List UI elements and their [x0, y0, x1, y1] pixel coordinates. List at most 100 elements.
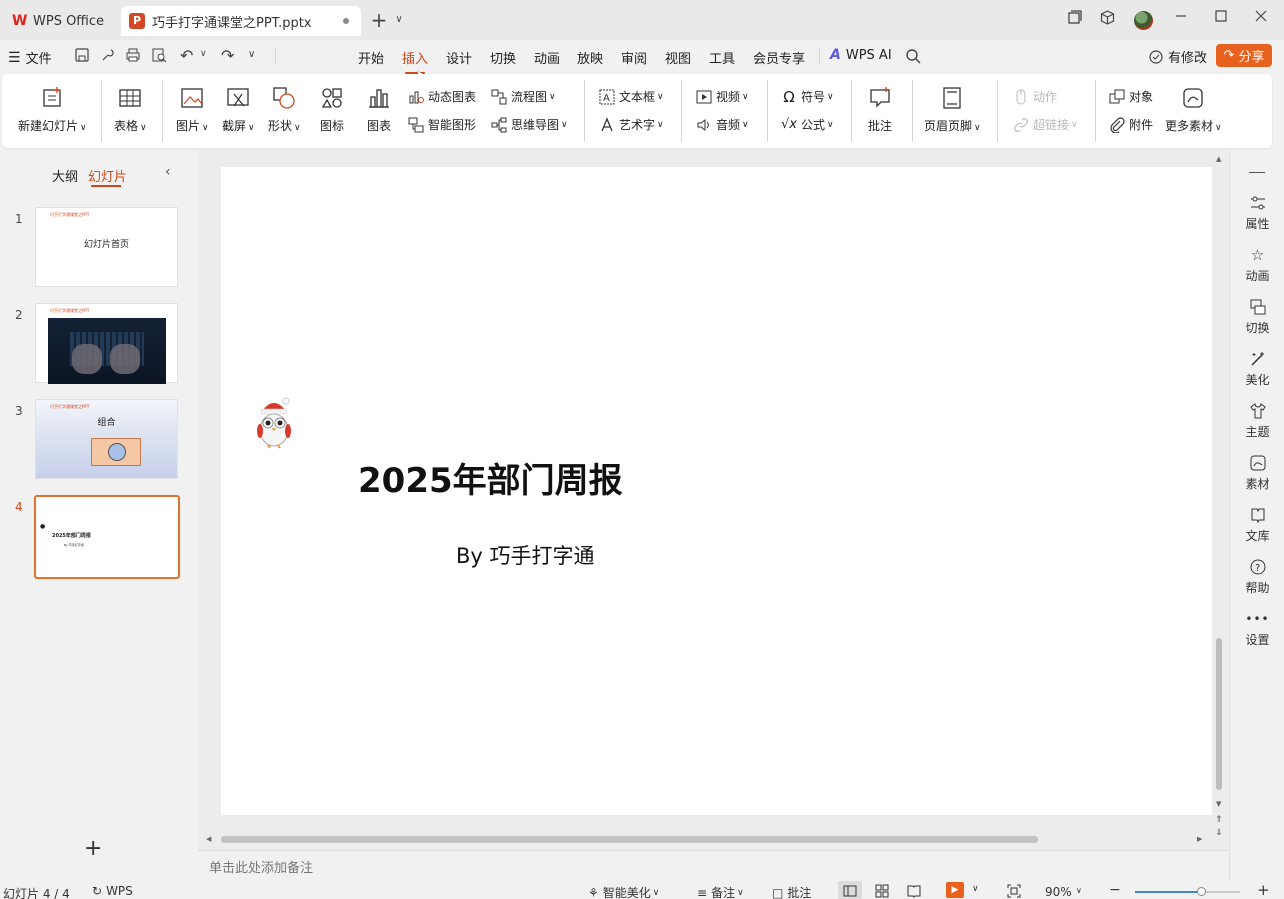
tab-member[interactable]: 会员专享 [753, 48, 805, 67]
user-avatar[interactable] [1134, 11, 1153, 30]
tab-document[interactable]: P 巧手打字通课堂之PPT.pptx [121, 6, 361, 36]
export-icon[interactable] [100, 47, 116, 63]
undo-icon[interactable]: ↶ [180, 46, 193, 65]
zoom-dropdown-icon[interactable]: ∨ [1076, 886, 1082, 895]
settings-button[interactable]: ••• 设置 [1230, 610, 1284, 648]
maximize-icon[interactable] [1215, 10, 1235, 30]
fit-window-icon[interactable] [1007, 884, 1021, 898]
hyperlink-button[interactable]: 超链接 ∨ [1012, 116, 1078, 133]
comments-toggle-button[interactable]: □ 批注 [772, 884, 811, 899]
horizontal-scrollbar-thumb[interactable] [221, 836, 1038, 843]
wordart-button[interactable]: 艺术字 ∨ [598, 116, 664, 133]
print-preview-icon[interactable] [151, 47, 167, 63]
add-slide-button[interactable]: + [84, 836, 102, 861]
vertical-scrollbar-thumb[interactable] [1216, 638, 1222, 790]
table-button[interactable]: 表格 ∨ [114, 86, 147, 134]
slideshow-options-icon[interactable]: ∨ [972, 884, 979, 894]
tab-list-chevron-icon[interactable]: ∨ [389, 10, 409, 30]
symbol-button[interactable]: Ω 符号 ∨ [780, 88, 833, 106]
tab-slides[interactable]: 幻灯片 [88, 166, 127, 185]
new-slide-button[interactable]: 新建幻灯片 ∨ [18, 86, 87, 134]
video-button[interactable]: 视频 ∨ [695, 88, 749, 105]
cube-icon[interactable] [1100, 10, 1120, 30]
zoom-in-icon[interactable]: + [1257, 881, 1270, 899]
scroll-left-arrow-icon[interactable]: ◀ [206, 835, 211, 843]
attachment-button[interactable]: 附件 [1108, 116, 1153, 133]
slide-subtitle[interactable]: By 巧手打字通 [456, 540, 595, 570]
help-button[interactable]: ? 帮助 [1230, 558, 1284, 596]
undo-dropdown-icon[interactable]: ∨ [200, 49, 207, 59]
object-button[interactable]: 对象 [1108, 88, 1153, 105]
shape-button[interactable]: 形状 ∨ [268, 86, 301, 134]
zoom-slider[interactable] [1135, 887, 1240, 896]
collapse-panel-icon[interactable]: ‹ [165, 164, 171, 180]
zoom-slider-knob[interactable] [1197, 887, 1207, 896]
screenshot-button[interactable]: 截屏 ∨ [222, 86, 255, 134]
textbox-button[interactable]: A 文本框 ∨ [598, 88, 664, 105]
header-footer-button[interactable]: 页眉页脚 ∨ [924, 86, 981, 134]
notes-placeholder[interactable]: 单击此处添加备注 [209, 857, 313, 876]
slide-canvas[interactable]: 2025年部门周报 By 巧手打字通 [221, 167, 1212, 815]
tab-wps-home[interactable]: W WPS Office [2, 6, 116, 36]
properties-button[interactable]: 属性 [1230, 194, 1284, 232]
slide-title[interactable]: 2025年部门周报 [358, 453, 623, 502]
search-icon[interactable] [905, 48, 921, 64]
dynamic-chart-button[interactable]: 动态图表 [407, 88, 476, 105]
tab-review[interactable]: 审阅 [621, 48, 647, 67]
wps-status-button[interactable]: ↻ WPS [92, 884, 133, 898]
smart-beautify-button[interactable]: ⚘ 智能美化 ∨ [588, 884, 659, 899]
scroll-right-arrow-icon[interactable]: ▶ [1197, 835, 1202, 843]
share-button[interactable]: ↷ 分享 [1216, 44, 1272, 67]
grid-view-icon[interactable] [875, 884, 889, 898]
next-slide-icon[interactable]: ⇓ [1215, 828, 1223, 838]
tab-insert[interactable]: 插入 [402, 48, 428, 74]
animation-button[interactable]: ☆ 动画 [1230, 246, 1284, 284]
scroll-down-arrow-icon[interactable]: ▼ [1216, 800, 1221, 808]
quick-access-more-icon[interactable]: ∨ [248, 49, 255, 60]
audio-button[interactable]: 音频 ∨ [695, 116, 749, 133]
formula-button[interactable]: √x 公式 ∨ [780, 116, 834, 133]
flowchart-button[interactable]: 流程图 ∨ [490, 88, 556, 105]
more-materials-button[interactable]: 更多素材 ∨ [1165, 86, 1222, 134]
reading-view-icon[interactable] [907, 884, 921, 898]
wps-ai-button[interactable]: A WPS AI [830, 47, 892, 63]
library-button[interactable]: 文库 [1230, 506, 1284, 544]
tab-design[interactable]: 设计 [446, 48, 472, 67]
mindmap-button[interactable]: 思维导图 ∨ [490, 116, 568, 133]
close-icon[interactable] [1255, 10, 1275, 30]
scroll-up-arrow-icon[interactable]: ▲ [1216, 155, 1221, 163]
tab-view[interactable]: 视图 [665, 48, 691, 67]
minimize-icon[interactable] [1175, 10, 1195, 30]
zoom-out-icon[interactable]: − [1109, 882, 1121, 898]
unsaved-dot-icon[interactable] [343, 18, 349, 24]
action-button[interactable]: 动作 [1012, 88, 1057, 105]
transition-button[interactable]: 切换 [1230, 298, 1284, 336]
previous-slide-icon[interactable]: ⇑ [1215, 815, 1223, 825]
materials-button[interactable]: 素材 [1230, 454, 1284, 492]
print-icon[interactable] [125, 47, 141, 63]
icon-button[interactable]: 图标 [320, 86, 344, 134]
play-slideshow-icon[interactable]: ▶ [946, 882, 964, 898]
slide-thumbnail-3[interactable]: 巧手打字通课堂之PPT 组合 [35, 399, 178, 479]
panel-collapse-icon[interactable] [1249, 172, 1265, 173]
normal-view-button[interactable] [838, 881, 862, 899]
file-menu[interactable]: ☰ 文件 [8, 48, 52, 68]
save-icon[interactable] [74, 47, 90, 63]
comment-button[interactable]: 批注 [868, 86, 892, 134]
tab-start[interactable]: 开始 [358, 48, 384, 67]
modified-status[interactable]: 有修改 [1148, 47, 1207, 66]
slide-thumbnail-1[interactable]: 巧手打字通课堂之PPT 幻灯片首页 [35, 207, 178, 287]
tab-transition[interactable]: 切换 [490, 48, 516, 67]
tab-outline[interactable]: 大纲 [52, 166, 78, 185]
notes-toggle-button[interactable]: ≡ 备注 ∨ [697, 884, 744, 899]
theme-button[interactable]: 主题 [1230, 402, 1284, 440]
beautify-button[interactable]: 美化 [1230, 350, 1284, 388]
chart-button[interactable]: 图表 [367, 86, 391, 134]
zoom-level[interactable]: 90% [1045, 885, 1072, 899]
tab-tools[interactable]: 工具 [709, 48, 735, 67]
window-layout-icon[interactable] [1068, 10, 1088, 30]
redo-icon[interactable]: ↷ [221, 46, 234, 65]
owl-mascot-image[interactable] [256, 397, 292, 449]
slide-thumbnail-2[interactable]: 巧手打字通课堂之PPT [35, 303, 178, 384]
slide-thumbnail-4-active[interactable]: ● 2025年部门周报 By 巧手打字通 [34, 495, 180, 579]
